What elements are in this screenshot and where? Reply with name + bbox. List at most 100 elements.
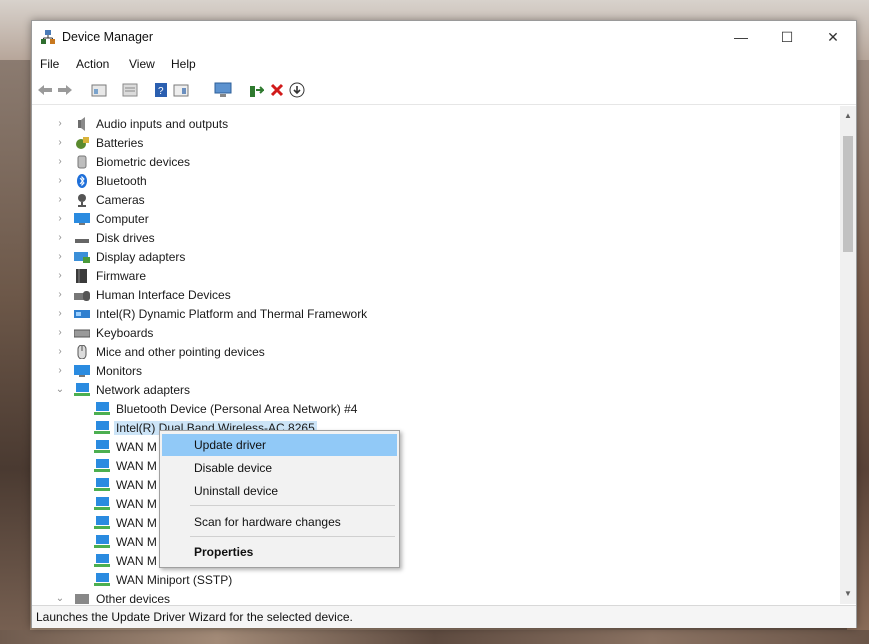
tree-item-label: Network adapters: [96, 382, 191, 397]
chevron-right-icon[interactable]: ›: [54, 270, 66, 281]
tree-item-network-adapters[interactable]: ⌄ Network adapters: [54, 380, 190, 399]
tree-item-label: Audio inputs and outputs: [96, 116, 229, 131]
network-adapter-icon: [94, 515, 110, 530]
tree-item-label: WAN M: [116, 477, 157, 492]
display-icon: [74, 250, 90, 264]
help-icon[interactable]: ?: [152, 81, 170, 99]
tree-item-label: Bluetooth Device (Personal Area Network)…: [116, 401, 358, 416]
tree-item-display[interactable]: › Display adapters: [54, 247, 185, 266]
menu-separator: [190, 536, 395, 537]
chevron-down-icon[interactable]: ⌄: [54, 593, 66, 604]
tree-item-biometric[interactable]: › Biometric devices: [54, 152, 190, 171]
scroll-down-icon[interactable]: ▼: [840, 586, 856, 602]
tree-child-wan[interactable]: WAN M: [94, 456, 157, 475]
download-icon[interactable]: [288, 81, 306, 99]
view-icon[interactable]: [172, 81, 190, 99]
tree-item-keyboards[interactable]: › Keyboards: [54, 323, 153, 342]
chevron-right-icon[interactable]: ›: [54, 175, 66, 186]
tree-item-label: Bluetooth: [96, 173, 147, 188]
network-adapter-icon: [94, 439, 110, 454]
menu-bar: File Action View Help: [32, 54, 856, 74]
scan-icon[interactable]: [214, 81, 232, 99]
chevron-right-icon[interactable]: ›: [54, 308, 66, 319]
disk-icon: [74, 231, 90, 245]
status-bar: Launches the Update Driver Wizard for th…: [32, 605, 856, 628]
network-adapter-icon: [94, 477, 110, 492]
tree-item-label: Computer: [96, 211, 149, 226]
svg-text:?: ?: [158, 86, 164, 97]
tree-item-computer[interactable]: › Computer: [54, 209, 149, 228]
tree-child-wan-sstp[interactable]: WAN Miniport (SSTP): [94, 570, 232, 589]
tree-item-label: WAN Miniport (SSTP): [116, 572, 233, 587]
tree-item-firmware[interactable]: › Firmware: [54, 266, 146, 285]
chevron-right-icon[interactable]: ›: [54, 137, 66, 148]
tree-item-cameras[interactable]: › Cameras: [54, 190, 145, 209]
menu-view[interactable]: View: [129, 57, 155, 71]
menu-item-disable-device[interactable]: Disable device: [162, 457, 397, 479]
tree-child-wan[interactable]: WAN M: [94, 494, 157, 513]
tree-child-wan[interactable]: WAN M: [94, 532, 157, 551]
tree-item-disk-drives[interactable]: › Disk drives: [54, 228, 154, 247]
tree-child-wan[interactable]: WAN M: [94, 551, 157, 570]
fingerprint-icon: [74, 155, 90, 169]
chip-icon: [74, 307, 90, 321]
forward-icon[interactable]: [56, 81, 74, 99]
menu-item-properties[interactable]: Properties: [162, 541, 397, 563]
chevron-right-icon[interactable]: ›: [54, 327, 66, 338]
tree-item-batteries[interactable]: › Batteries: [54, 133, 143, 152]
tree-item-label: Biometric devices: [96, 154, 191, 169]
tree-item-label: Display adapters: [96, 249, 186, 264]
chevron-right-icon[interactable]: ›: [54, 365, 66, 376]
back-icon[interactable]: [36, 81, 54, 99]
menu-separator: [190, 505, 395, 506]
keyboard-icon: [73, 326, 91, 340]
tree-item-monitors[interactable]: › Monitors: [54, 361, 142, 380]
scroll-up-icon[interactable]: ▲: [840, 108, 856, 124]
uninstall-icon[interactable]: [268, 81, 286, 99]
status-text: Launches the Update Driver Wizard for th…: [36, 610, 353, 624]
scrollbar-thumb[interactable]: [843, 136, 853, 252]
chevron-right-icon[interactable]: ›: [54, 346, 66, 357]
minimize-button[interactable]: —: [718, 21, 764, 53]
tree-item-audio[interactable]: › Audio inputs and outputs: [54, 114, 228, 133]
menu-help[interactable]: Help: [171, 57, 196, 71]
properties-icon[interactable]: [90, 81, 108, 99]
tree-item-label: Firmware: [96, 268, 146, 283]
chevron-right-icon[interactable]: ›: [54, 232, 66, 243]
tree-item-label: WAN M: [116, 553, 157, 568]
title-bar[interactable]: Device Manager — ☐ ✕: [32, 21, 856, 53]
chevron-right-icon[interactable]: ›: [54, 213, 66, 224]
tree-item-other-devices[interactable]: ⌄ Other devices: [54, 589, 170, 605]
chevron-right-icon[interactable]: ›: [54, 118, 66, 129]
firmware-icon: [74, 268, 90, 283]
tree-child-wan[interactable]: WAN M: [94, 513, 157, 532]
tree-child-bt-pan[interactable]: Bluetooth Device (Personal Area Network)…: [94, 399, 357, 418]
menu-item-scan-hardware[interactable]: Scan for hardware changes: [162, 511, 397, 533]
tree-item-label: WAN M: [116, 496, 157, 511]
show-hide-icon[interactable]: [121, 81, 139, 99]
tree-child-wan[interactable]: WAN M: [94, 475, 157, 494]
monitor-icon: [74, 364, 90, 378]
menu-item-update-driver[interactable]: Update driver: [162, 434, 397, 456]
maximize-button[interactable]: ☐: [764, 21, 810, 53]
menu-file[interactable]: File: [40, 57, 59, 71]
tree-item-label: Batteries: [96, 135, 144, 150]
tree-item-hid[interactable]: › Human Interface Devices: [54, 285, 230, 304]
tree-item-mice[interactable]: › Mice and other pointing devices: [54, 342, 265, 361]
chevron-right-icon[interactable]: ›: [54, 289, 66, 300]
menu-item-uninstall-device[interactable]: Uninstall device: [162, 480, 397, 502]
tree-item-intel-dptf[interactable]: › Intel(R) Dynamic Platform and Thermal …: [54, 304, 367, 323]
menu-action[interactable]: Action: [76, 57, 109, 71]
vertical-scrollbar[interactable]: ▲ ▼: [840, 106, 856, 604]
update-driver-icon[interactable]: [247, 81, 265, 99]
tree-item-label: Keyboards: [96, 325, 154, 340]
chevron-right-icon[interactable]: ›: [54, 156, 66, 167]
hid-icon: [74, 288, 90, 302]
context-menu: Update driver Disable device Uninstall d…: [159, 430, 400, 568]
tree-child-wan[interactable]: WAN M: [94, 437, 157, 456]
chevron-right-icon[interactable]: ›: [54, 194, 66, 205]
chevron-right-icon[interactable]: ›: [54, 251, 66, 262]
close-button[interactable]: ✕: [810, 21, 856, 53]
tree-item-bluetooth[interactable]: › Bluetooth: [54, 171, 147, 190]
chevron-down-icon[interactable]: ⌄: [54, 384, 66, 395]
